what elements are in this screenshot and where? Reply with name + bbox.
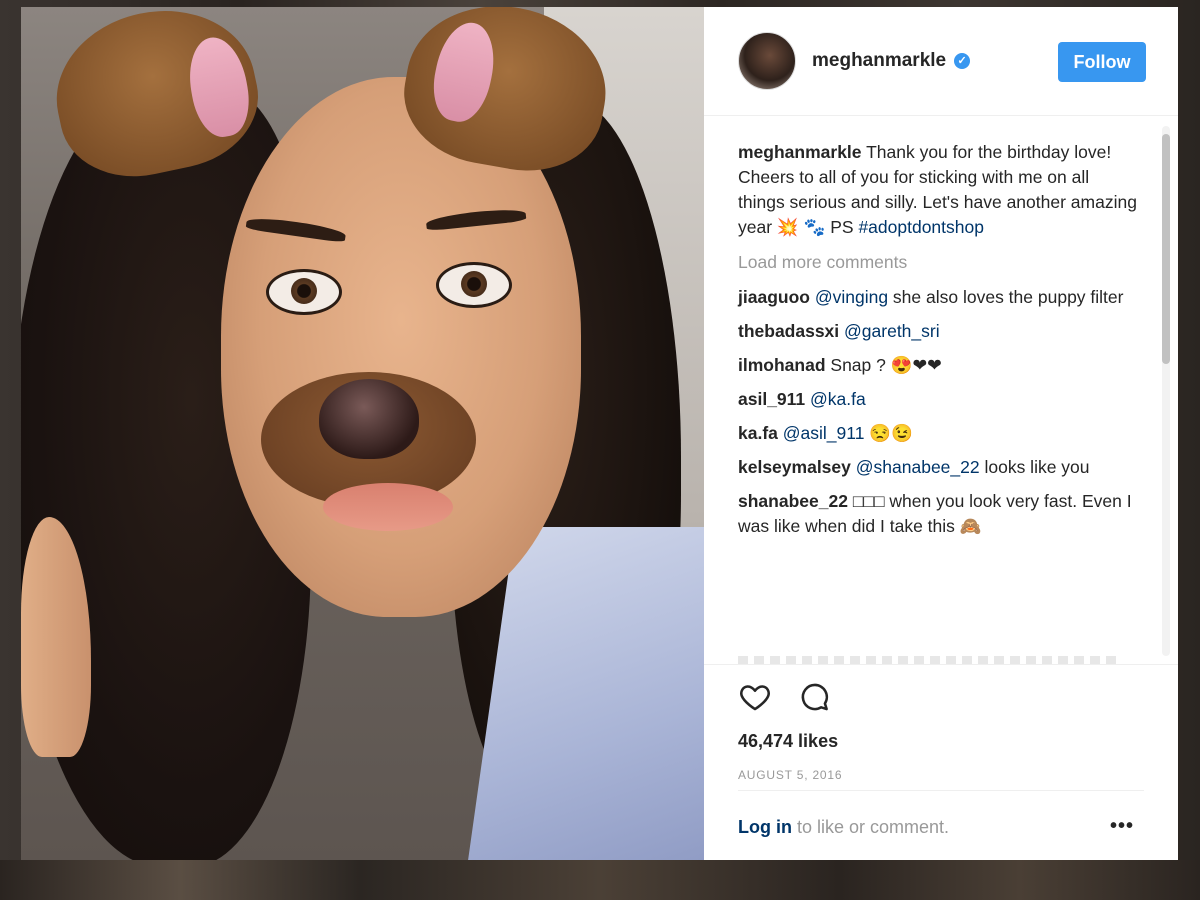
comment-mention[interactable]: @asil_911	[783, 423, 865, 443]
comment-text: Snap ? 😍❤❤	[830, 355, 942, 375]
header-username[interactable]: meghanmarkle	[812, 50, 946, 71]
caption: meghanmarkle Thank you for the birthday …	[738, 140, 1138, 240]
comment-row: shanabee_22 □□□ when you look very fast.…	[738, 489, 1138, 539]
comment-username[interactable]: ilmohanad	[738, 355, 826, 375]
caption-text-2: 🐾 PS	[803, 217, 859, 237]
post-header: meghanmarkle ✓ Follow	[704, 7, 1178, 116]
comment-username[interactable]: kelseymalsey	[738, 457, 851, 477]
comment-mention[interactable]: @ka.fa	[810, 389, 866, 409]
comment-text: 😒😉	[864, 423, 913, 443]
comment-row: jiaaguoo @vinging she also loves the pup…	[738, 285, 1138, 310]
comment-text: looks like you	[979, 457, 1090, 477]
comment-mention[interactable]: @gareth_sri	[844, 321, 940, 341]
avatar[interactable]	[738, 32, 796, 90]
login-prompt: Log in to like or comment. •••	[738, 790, 1144, 838]
page-backdrop-bottom	[0, 860, 1200, 900]
follow-button[interactable]: Follow	[1058, 42, 1146, 82]
post-date: AUGUST 5, 2016	[738, 768, 843, 782]
comment-icon[interactable]	[798, 680, 832, 714]
likes-count[interactable]: 46,474 likes	[738, 731, 1178, 752]
login-link[interactable]: Log in	[738, 817, 792, 837]
comment-mention[interactable]: @shanabee_22	[856, 457, 980, 477]
comments-list[interactable]: meghanmarkle Thank you for the birthday …	[704, 116, 1178, 664]
comment-username[interactable]: asil_911	[738, 389, 805, 409]
comment-mention[interactable]: @vinging	[815, 287, 888, 307]
comment-row: kelseymalsey @shanabee_22 looks like you	[738, 455, 1138, 480]
comment-username[interactable]: ka.fa	[738, 423, 778, 443]
comments-scrollbar[interactable]	[1162, 126, 1170, 656]
caption-hashtag[interactable]: #adoptdontshop	[858, 217, 984, 237]
comment-row: asil_911 @ka.fa	[738, 387, 1138, 412]
post-modal: meghanmarkle ✓ Follow meghanmarkle Thank …	[21, 7, 1178, 860]
post-sidebar: meghanmarkle ✓ Follow meghanmarkle Thank …	[704, 7, 1178, 860]
load-more-comments[interactable]: Load more comments	[738, 250, 1138, 275]
scrollbar-thumb[interactable]	[1162, 134, 1170, 364]
post-actions: 46,474 likes AUGUST 5, 2016 Log in to li…	[704, 664, 1178, 860]
more-options-button[interactable]: •••	[1110, 815, 1134, 838]
heart-icon[interactable]	[738, 680, 772, 714]
post-photo[interactable]	[21, 7, 704, 860]
comment-row: ka.fa @asil_911 😒😉	[738, 421, 1138, 446]
comment-username[interactable]: thebadassxi	[738, 321, 839, 341]
comment-username[interactable]: jiaaguoo	[738, 287, 810, 307]
dog-nose	[319, 379, 419, 459]
comment-username[interactable]: shanabee_22	[738, 491, 848, 511]
verified-badge-icon: ✓	[954, 53, 971, 69]
comment-text: she also loves the puppy filter	[888, 287, 1124, 307]
comment-row: ilmohanad Snap ? 😍❤❤	[738, 353, 1138, 378]
login-text: to like or comment.	[791, 817, 950, 837]
caption-username[interactable]: meghanmarkle	[738, 142, 862, 162]
comment-row: thebadassxi @gareth_sri	[738, 319, 1138, 344]
